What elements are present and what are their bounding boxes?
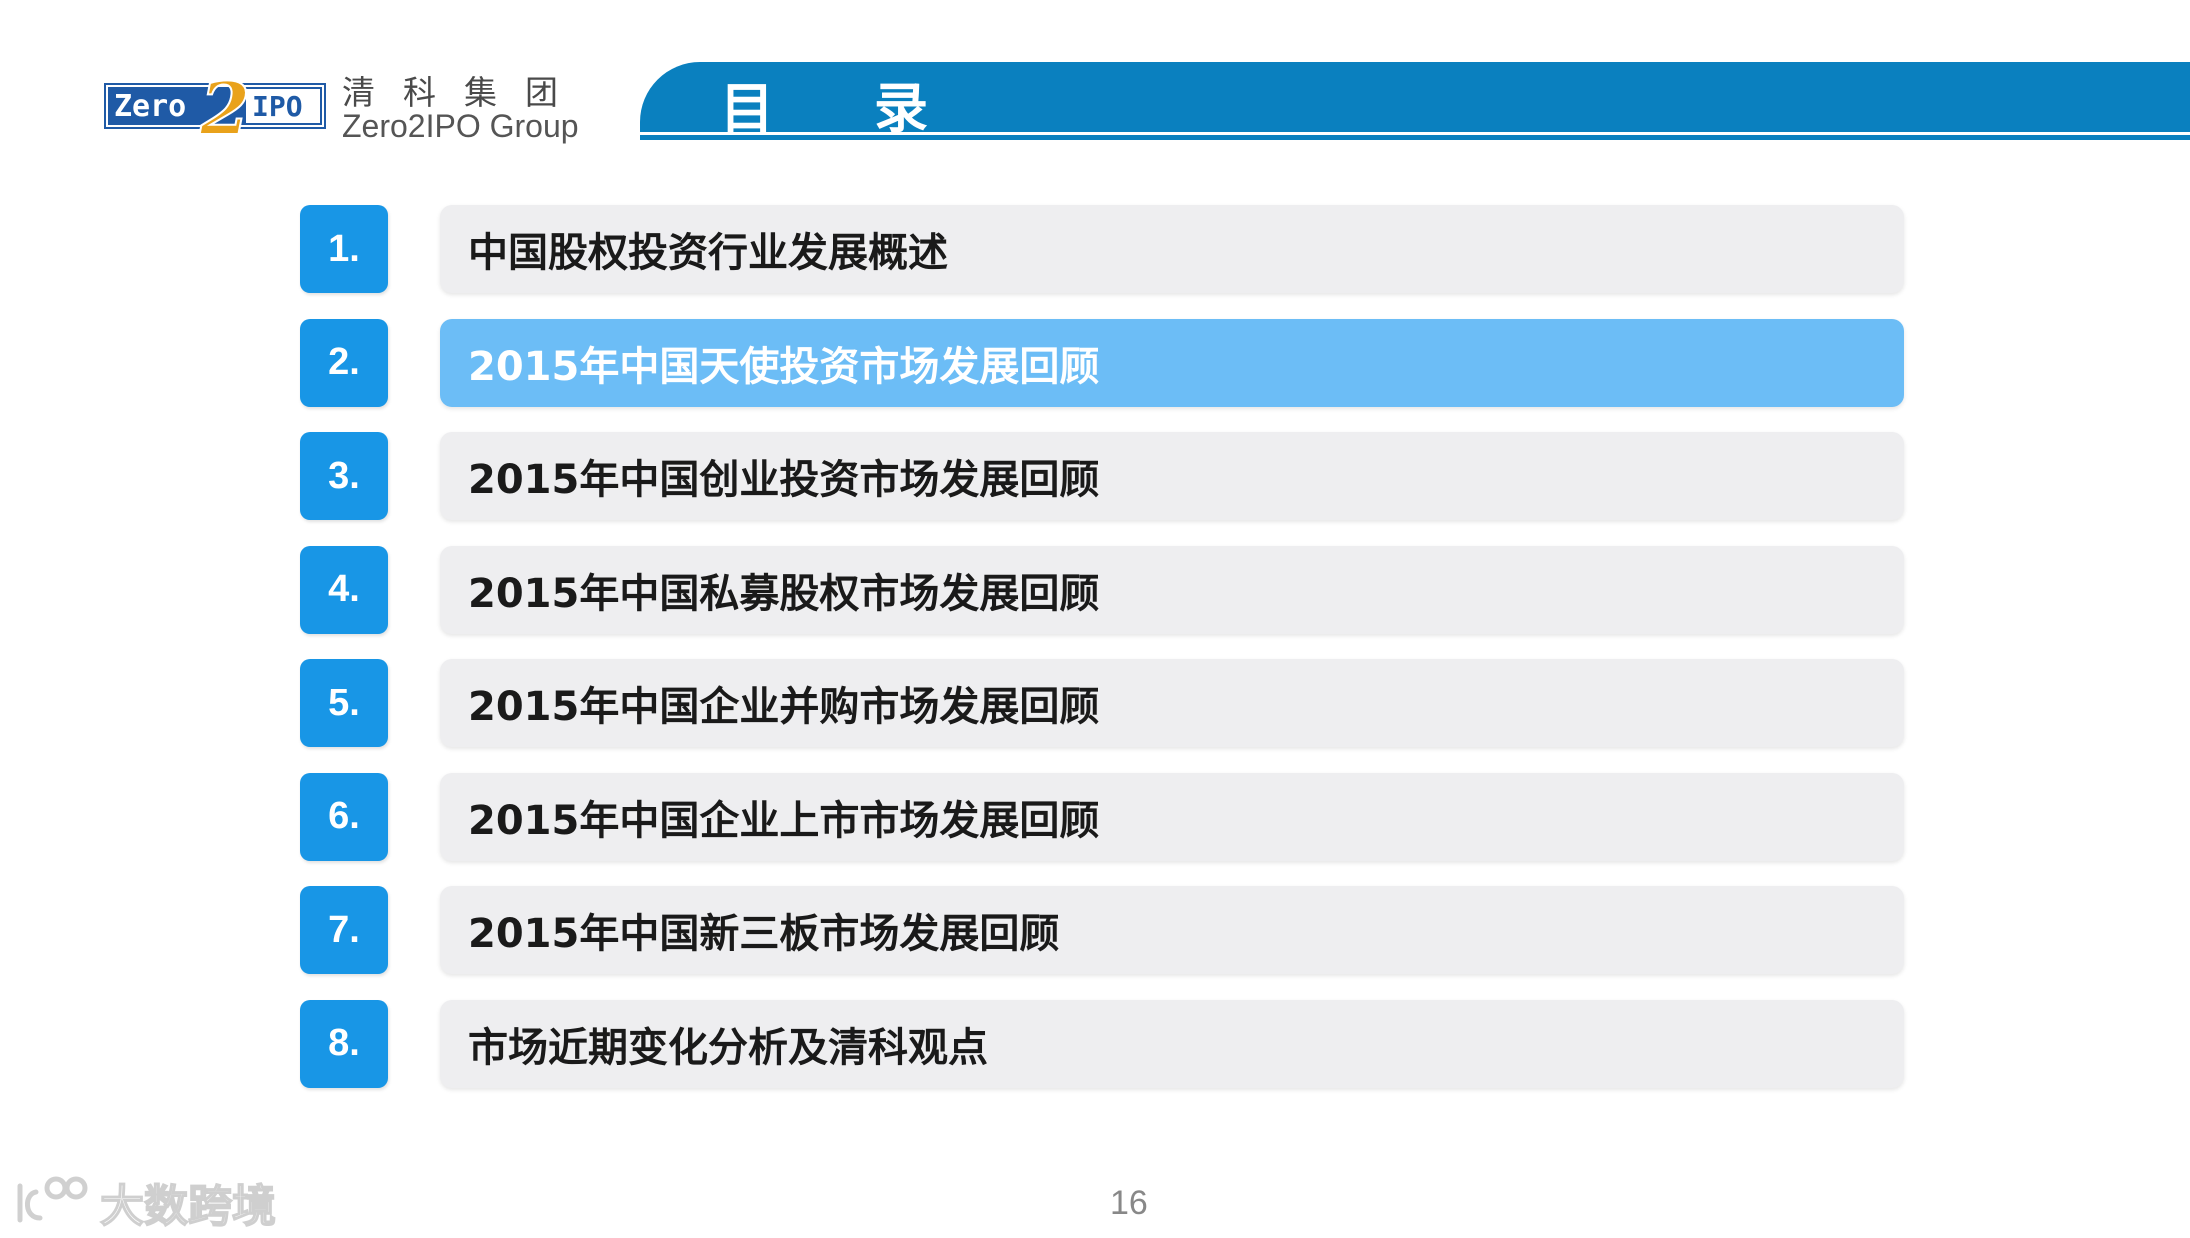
zero2ipo-logo-mark-icon: Zero IPO 2 xyxy=(104,78,326,136)
page-title: 目录 xyxy=(720,77,1028,140)
toc-number: 1. xyxy=(300,205,388,293)
toc-item-4[interactable]: 4. 2015年中国私募股权市场发展回顾 xyxy=(300,545,1910,634)
toc-label[interactable]: 2015年中国企业上市市场发展回顾 xyxy=(440,772,1904,861)
toc-number: 5. xyxy=(300,659,388,747)
toc-label[interactable]: 2015年中国新三板市场发展回顾 xyxy=(440,886,1904,974)
watermark: 大数跨境 xyxy=(10,1170,310,1233)
toc-label[interactable]: 市场近期变化分析及清科观点 xyxy=(440,999,1904,1088)
company-name-en: Zero2IPO Group xyxy=(342,108,579,144)
page-number: 16 xyxy=(1110,1184,1148,1222)
svg-text:2: 2 xyxy=(199,78,250,136)
toc-label[interactable]: 2015年中国企业并购市场发展回顾 xyxy=(440,659,1904,747)
toc-number: 8. xyxy=(300,999,388,1088)
toc-number: 3. xyxy=(300,432,388,520)
company-name-cn: 清科集团 xyxy=(342,73,586,112)
toc-item-7[interactable]: 7. 2015年中国新三板市场发展回顾 xyxy=(300,886,1910,974)
toc-number: 6. xyxy=(300,772,388,861)
toc-item-3[interactable]: 3. 2015年中国创业投资市场发展回顾 xyxy=(300,432,1910,520)
watermark-text: 大数跨境 xyxy=(99,1180,277,1233)
toc-item-5[interactable]: 5. 2015年中国企业并购市场发展回顾 xyxy=(300,659,1910,747)
table-of-contents: 1. 中国股权投资行业发展概述 2. 2015年中国天使投资市场发展回顾 3. … xyxy=(300,205,1910,1113)
toc-item-8[interactable]: 8. 市场近期变化分析及清科观点 xyxy=(300,999,1910,1088)
toc-item-1[interactable]: 1. 中国股权投资行业发展概述 xyxy=(300,205,1910,293)
toc-number: 7. xyxy=(300,886,388,974)
svg-text:Zero: Zero xyxy=(114,89,186,124)
toc-label[interactable]: 中国股权投资行业发展概述 xyxy=(440,205,1904,293)
toc-number: 4. xyxy=(300,545,388,634)
toc-label-active[interactable]: 2015年中国天使投资市场发展回顾 xyxy=(440,318,1904,407)
svg-text:IPO: IPO xyxy=(252,90,303,123)
toc-item-2[interactable]: 2. 2015年中国天使投资市场发展回顾 xyxy=(300,318,1910,407)
toc-label[interactable]: 2015年中国创业投资市场发展回顾 xyxy=(440,432,1904,520)
watermark-logo-icon xyxy=(17,1176,88,1223)
toc-number: 2. xyxy=(300,318,388,407)
toc-item-6[interactable]: 6. 2015年中国企业上市市场发展回顾 xyxy=(300,772,1910,861)
zero2ipo-logo: Zero IPO 2 清科集团 Zero2IPO Group xyxy=(104,62,579,162)
toc-label[interactable]: 2015年中国私募股权市场发展回顾 xyxy=(440,545,1904,634)
